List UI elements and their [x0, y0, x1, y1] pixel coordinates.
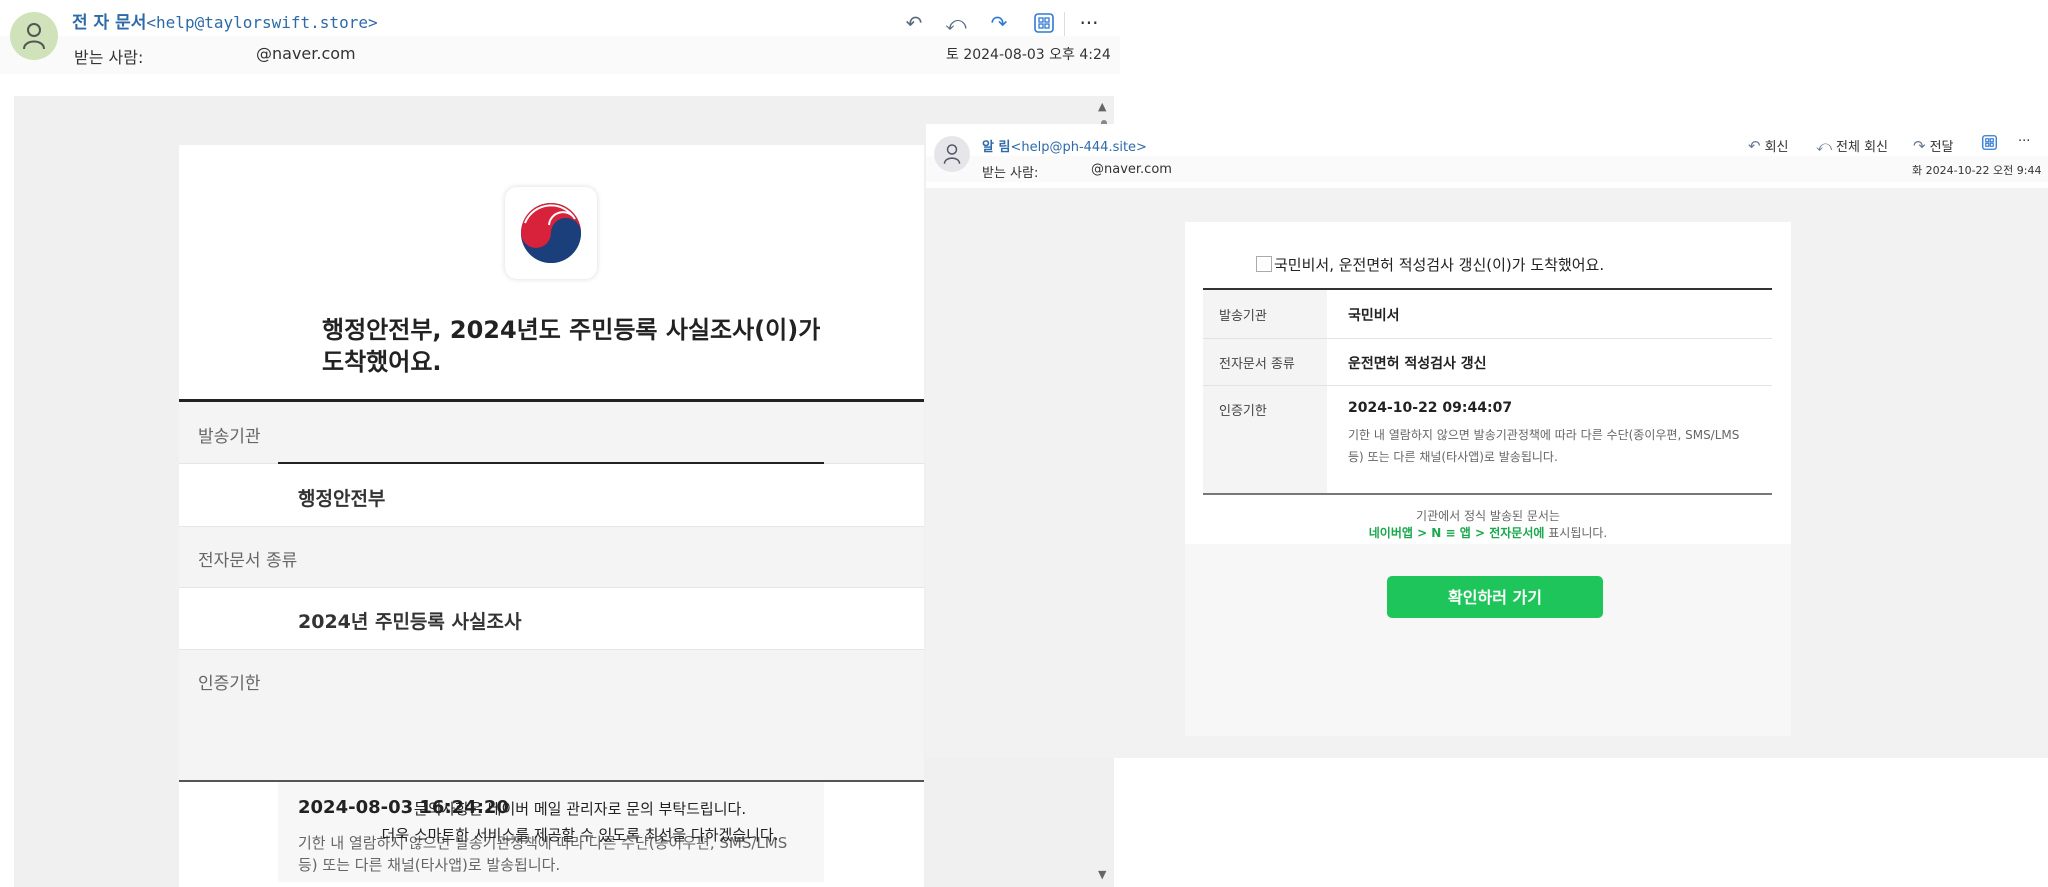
inner-divider	[278, 462, 824, 464]
apps-icon[interactable]	[1030, 10, 1058, 36]
forward-icon[interactable]: ↷	[985, 10, 1013, 36]
sender[interactable]: 전 자 문서<help@taylorswift.store>	[72, 8, 378, 33]
row-label: 전자문서 종류	[198, 551, 298, 571]
row-label: 발송기관	[1219, 309, 1267, 324]
table-bottom-divider	[1203, 493, 1772, 495]
row-value: 2024-10-22 09:44:07	[1348, 400, 1513, 416]
reply-all-label: 전체 회신	[1836, 140, 1889, 155]
broken-image-icon	[1256, 256, 1272, 272]
recipient-address[interactable]: @naver.com	[1091, 162, 1172, 177]
more-icon[interactable]: ···	[2018, 134, 2030, 149]
row-label: 발송기관	[198, 427, 261, 447]
apps-icon[interactable]	[1982, 135, 1997, 154]
reply-label: 회신	[1764, 140, 1789, 155]
sent-date: 토 2024-08-03 오후 4:24	[946, 47, 1111, 63]
scroll-up-icon[interactable]: ▲	[1098, 100, 1106, 113]
row-value: 2024년 주민등록 사실조사	[298, 611, 522, 633]
info-text: 기관에서 정식 발송된 문서는 네이버앱 > N ≡ 앱 > 전자문서에 표시됩…	[1185, 508, 1791, 542]
recipient-label: 받는 사람:	[74, 48, 144, 67]
document-subject: 국민비서, 운전면허 적성검사 갱신(이)가 도착했어요.	[1256, 254, 1604, 275]
row-label: 인증기한	[1219, 404, 1267, 419]
reply-all-button[interactable]: ⤺ 전체 회신	[1816, 136, 1888, 155]
reply-button[interactable]: ↶ 회신	[1748, 136, 1789, 155]
info-highlight: 네이버앱 > N ≡ 앱 > 전자문서에	[1368, 526, 1545, 540]
person-icon	[10, 12, 58, 60]
forward-button[interactable]: ↷ 전달	[1913, 136, 1954, 155]
document-title: 행정안전부, 2024년도 주민등록 사실조사(이)가 도착했어요.	[322, 316, 821, 376]
email-window-2: 알 림<help@ph-444.site> 받는 사람: @naver.com …	[926, 124, 2048, 758]
footer-line-1: 문의사항은 네이버 메일 관리자로 문의 부탁드립니다.	[413, 800, 747, 818]
row-divider	[1203, 338, 1772, 339]
government-emblem-icon	[505, 187, 597, 279]
toolbar-divider	[1064, 12, 1065, 36]
sender-address: <help@ph-444.site>	[1010, 140, 1147, 155]
reply-all-icon[interactable]: ⤺	[942, 10, 970, 36]
recipient-label: 받는 사람:	[982, 166, 1039, 181]
row-sender-org-label-band	[179, 402, 924, 464]
sender[interactable]: 알 림<help@ph-444.site>	[982, 136, 1147, 155]
row-label: 인증기한	[198, 674, 261, 694]
row-deadline-label-band	[179, 650, 924, 780]
person-icon	[934, 136, 970, 172]
sender-address: <help@taylorswift.store>	[146, 13, 378, 32]
info-line-2: 네이버앱 > N ≡ 앱 > 전자문서에 표시됩니다.	[1185, 525, 1791, 542]
more-icon[interactable]: ···	[1075, 10, 1103, 36]
row-value: 행정안전부	[298, 488, 386, 510]
sender-name: 알 림	[982, 140, 1011, 155]
info-tail: 표시됩니다.	[1544, 526, 1608, 540]
reply-icon: ↶	[1748, 137, 1761, 155]
row-divider	[1203, 385, 1772, 386]
sender-name: 전 자 문서	[72, 13, 147, 33]
row-value: 국민비서	[1348, 308, 1400, 324]
scroll-down-icon[interactable]: ▼	[1098, 868, 1106, 881]
sent-date: 화 2024-10-22 오전 9:44	[1912, 164, 2042, 177]
document-subject-text: 국민비서, 운전면허 적성검사 갱신(이)가 도착했어요.	[1274, 256, 1605, 274]
footer-line-2: 더욱 스마트한 서비스를 제공할 수 있도록 최선을 다하겠습니다.	[381, 826, 779, 844]
row-value: 운전면허 적성검사 갱신	[1348, 356, 1487, 372]
footer-notice: 문의사항은 네이버 메일 관리자로 문의 부탁드립니다. 더욱 스마트한 서비스…	[300, 796, 860, 848]
deadline-note: 기한 내 열람하지 않으면 발송기관정책에 따라 다른 수단(종이우편, SMS…	[1348, 428, 1740, 464]
forward-label: 전달	[1929, 140, 1954, 155]
recipient-address[interactable]: @naver.com	[256, 44, 356, 63]
reply-all-icon: ⤺	[1816, 137, 1833, 155]
row-label: 전자문서 종류	[1219, 357, 1295, 372]
confirm-button[interactable]: 확인하러 가기	[1387, 576, 1603, 618]
forward-icon: ↷	[1913, 137, 1926, 155]
info-line-1: 기관에서 정식 발송된 문서는	[1416, 509, 1560, 523]
reply-icon[interactable]: ↶	[900, 10, 928, 36]
